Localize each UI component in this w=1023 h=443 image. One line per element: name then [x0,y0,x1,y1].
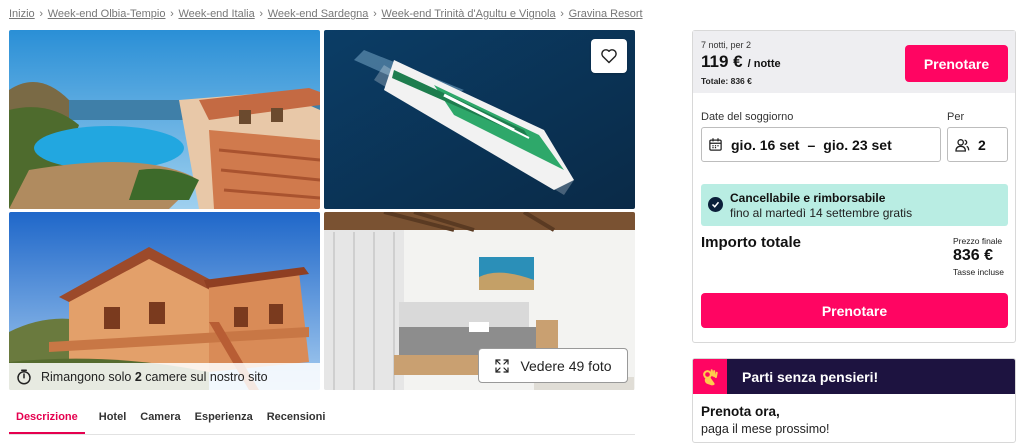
chevron-right-icon: › [39,8,44,20]
breadcrumb-sardegna[interactable]: Week-end Sardegna [268,8,369,20]
expand-icon [495,358,510,373]
photo-pool[interactable] [9,30,320,209]
users-icon [955,138,970,152]
chevron-right-icon: › [259,8,264,20]
ok-hand-icon [693,359,727,394]
booking-panel: 7 notti, per 2 119 € / notte Totale: 836… [692,30,1016,343]
breadcrumb-italia[interactable]: Week-end Italia [178,8,254,20]
breadcrumb-home[interactable]: Inizio [9,8,35,20]
dates-label: Date del soggiorno [701,111,794,123]
date-range-field[interactable]: gio. 16 set – gio. 23 set [701,127,941,162]
per-night-label: / notte [747,58,781,70]
breadcrumb: Inizio › Week-end Olbia-Tempio › Week-en… [9,6,643,22]
final-price-label: Prezzo finale [953,236,1003,246]
promo-line-1: Prenota ora, [701,404,780,419]
check-icon [708,197,723,212]
total-short: Totale: 836 € [701,76,752,86]
photo-ferry[interactable] [324,30,635,209]
breadcrumb-gravina[interactable]: Gravina Resort [569,8,643,20]
see-all-photos-label: Vedere 49 foto [520,357,612,374]
stopwatch-icon [17,369,31,384]
total-amount-label: Importo totale [701,234,801,251]
guests-count: 2 [978,136,986,153]
rooms-left-prefix: Rimangono solo [41,369,132,384]
nights-label: 7 notti, per 2 [701,40,752,50]
date-separator: – [807,136,816,153]
see-all-photos-button[interactable]: Vedere 49 foto [478,348,628,383]
cancellation-subtitle: fino al martedì 14 settembre gratis [730,206,913,220]
rooms-left-banner: Rimangono solo 2 camere sul nostro sito [9,363,320,390]
tab-recensioni[interactable]: Recensioni [267,408,326,434]
price-per-night: 119 € [701,52,743,71]
rooms-left-suffix: camere sul nostro sito [145,369,268,384]
promo-panel: Parti senza pensieri! Prenota ora, paga … [692,358,1016,443]
section-tabs: Descrizione Hotel Camera Esperienza Rece… [9,408,635,435]
calendar-icon [709,138,722,151]
heart-icon [601,49,617,64]
chevron-right-icon: › [170,8,174,20]
taxes-included-label: Tasse incluse [953,267,1005,277]
cancellation-notice: Cancellabile e rimborsabile fino al mart… [701,184,1008,226]
chevron-right-icon: › [560,8,564,20]
tab-camera[interactable]: Camera [140,408,180,434]
promo-line-2: paga il mese prossimo! [701,422,830,436]
guests-field[interactable]: 2 [947,127,1008,162]
price-header: 7 notti, per 2 119 € / notte Totale: 836… [693,31,1015,93]
final-price: 836 € [953,247,994,264]
book-button-bottom[interactable]: Prenotare [701,293,1008,328]
tab-descrizione[interactable]: Descrizione [9,408,85,434]
promo-title: Parti senza pensieri! [742,369,879,385]
tab-esperienza[interactable]: Esperienza [195,408,253,434]
breadcrumb-trinita[interactable]: Week-end Trinità d'Agultu e Vignola [381,8,555,20]
chevron-right-icon: › [373,8,377,20]
price-line: 119 € / notte [701,52,781,72]
promo-header: Parti senza pensieri! [693,359,1015,394]
breadcrumb-olbia[interactable]: Week-end Olbia-Tempio [48,8,166,20]
cancellation-title: Cancellabile e rimborsabile [730,191,886,205]
rooms-left-count: 2 [134,369,142,384]
tab-hotel[interactable]: Hotel [99,408,127,434]
book-button-top[interactable]: Prenotare [905,45,1008,82]
guests-label: Per [947,111,965,123]
date-from: gio. 16 set [731,136,800,153]
favorite-button[interactable] [591,39,627,73]
date-to: gio. 23 set [823,136,892,153]
